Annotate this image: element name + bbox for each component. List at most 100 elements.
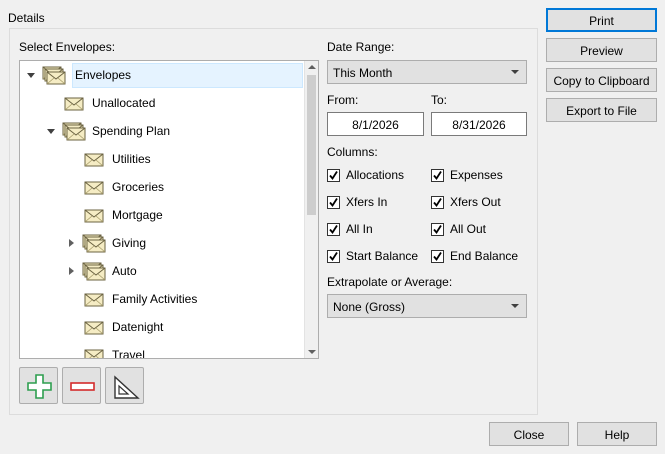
envelope-icon	[82, 289, 106, 309]
edit-envelope-button[interactable]	[105, 367, 144, 404]
envelope-icon	[82, 177, 106, 197]
from-date-field[interactable]: 8/1/2026	[327, 112, 424, 136]
scroll-thumb[interactable]	[307, 75, 316, 215]
checkbox-label: All In	[346, 222, 373, 236]
date-range-label: Date Range:	[327, 40, 395, 54]
checkmark-icon	[433, 171, 442, 181]
tree-scrollbar[interactable]	[304, 61, 318, 358]
tree-item[interactable]: Auto	[20, 258, 305, 284]
chevron-down-icon	[511, 304, 519, 308]
envelope-stack-icon	[62, 121, 86, 141]
column-checkbox[interactable]: Xfers Out	[431, 195, 531, 211]
checkbox-box[interactable]	[431, 196, 444, 209]
checkbox-box[interactable]	[327, 196, 340, 209]
tree-item[interactable]: Unallocated	[20, 90, 305, 116]
tree-item[interactable]: Datenight	[20, 314, 305, 340]
to-label: To:	[431, 93, 448, 107]
envelope-icon	[82, 317, 106, 337]
expand-arrow-down-icon[interactable]	[26, 70, 36, 80]
tree-item-label: Utilities	[112, 152, 151, 166]
checkbox-label: Xfers In	[346, 195, 388, 209]
remove-envelope-button[interactable]	[62, 367, 101, 404]
tree-item-label: Spending Plan	[92, 124, 171, 138]
checkbox-label: All Out	[450, 222, 487, 236]
tree-item[interactable]: Spending Plan	[20, 118, 305, 144]
checkmark-icon	[433, 225, 442, 235]
copy-to-clipboard-button[interactable]: Copy to Clipboard	[546, 68, 657, 92]
checkbox-label: Xfers Out	[450, 195, 501, 209]
from-label: From:	[327, 93, 359, 107]
tree-item[interactable]: Mortgage	[20, 202, 305, 228]
checkbox-box[interactable]	[327, 250, 340, 263]
date-range-value: This Month	[333, 66, 393, 80]
column-checkbox[interactable]: Start Balance	[327, 249, 427, 265]
expand-arrow-right-icon[interactable]	[66, 238, 76, 248]
checkbox-label: End Balance	[450, 249, 519, 263]
tree-item-label: Giving	[112, 236, 147, 250]
help-button[interactable]: Help	[577, 422, 657, 446]
checkmark-icon	[329, 252, 338, 262]
envelope-stack-icon	[42, 65, 66, 85]
envelope-stack-icon	[82, 261, 106, 281]
checkmark-icon	[433, 198, 442, 208]
close-button[interactable]: Close	[489, 422, 569, 446]
minus-icon	[70, 382, 95, 391]
preview-button[interactable]: Preview	[546, 38, 657, 62]
scroll-down-icon[interactable]	[308, 350, 316, 354]
envelope-icon	[82, 149, 106, 169]
checkbox-label: Allocations	[346, 168, 405, 182]
tree-item[interactable]: Family Activities	[20, 286, 305, 312]
checkbox-box[interactable]	[431, 250, 444, 263]
tree-item-label: Auto	[112, 264, 137, 278]
tree-item[interactable]: Utilities	[20, 146, 305, 172]
scroll-up-icon[interactable]	[308, 65, 316, 69]
chevron-down-icon	[511, 70, 519, 74]
set-square-icon	[114, 375, 140, 399]
envelope-icon	[82, 205, 106, 225]
checkbox-label: Expenses	[450, 168, 503, 182]
add-envelope-button[interactable]	[19, 367, 58, 404]
tree-item-label: Mortgage	[112, 208, 163, 222]
plus-icon	[27, 374, 52, 399]
extrapolate-select[interactable]: None (Gross)	[327, 294, 527, 318]
tree-item[interactable]: Travel	[20, 342, 305, 359]
envelope-icon	[82, 345, 106, 358]
envelope-tree[interactable]: Envelopes Unallocated Spending Plan Utiliti…	[19, 60, 319, 359]
checkbox-box[interactable]	[431, 223, 444, 236]
tree-item-label: Groceries	[112, 180, 165, 194]
column-checkbox[interactable]: End Balance	[431, 249, 531, 265]
columns-label: Columns:	[327, 145, 378, 159]
tree-item-label: Datenight	[112, 320, 164, 334]
select-envelopes-label: Select Envelopes:	[19, 40, 116, 54]
export-to-file-button[interactable]: Export to File	[546, 98, 657, 122]
extrapolate-value: None (Gross)	[333, 300, 406, 314]
date-range-select[interactable]: This Month	[327, 60, 527, 84]
tree-item[interactable]: Groceries	[20, 174, 305, 200]
envelope-icon	[62, 93, 86, 113]
column-checkbox[interactable]: All Out	[431, 222, 531, 238]
details-group-title: Details	[8, 11, 45, 25]
print-button[interactable]: Print	[546, 8, 657, 32]
checkbox-box[interactable]	[327, 223, 340, 236]
extrapolate-label: Extrapolate or Average:	[327, 275, 453, 289]
checkmark-icon	[329, 171, 338, 181]
column-checkbox[interactable]: All In	[327, 222, 427, 238]
expand-arrow-right-icon[interactable]	[66, 266, 76, 276]
checkmark-icon	[433, 252, 442, 262]
to-date-field[interactable]: 8/31/2026	[431, 112, 527, 136]
checkbox-box[interactable]	[431, 169, 444, 182]
tree-item[interactable]: Giving	[20, 230, 305, 256]
envelope-stack-icon	[82, 233, 106, 253]
column-checkbox[interactable]: Allocations	[327, 168, 427, 184]
checkbox-label: Start Balance	[346, 249, 419, 263]
checkbox-box[interactable]	[327, 169, 340, 182]
column-checkbox[interactable]: Xfers In	[327, 195, 427, 211]
tree-item-label: Envelopes	[72, 63, 303, 88]
checkmark-icon	[329, 225, 338, 235]
tree-item-label: Unallocated	[92, 96, 156, 110]
tree-item-label: Travel	[112, 348, 145, 359]
tree-item[interactable]: Envelopes	[20, 62, 305, 88]
column-checkbox[interactable]: Expenses	[431, 168, 531, 184]
expand-arrow-down-icon[interactable]	[46, 126, 56, 136]
tree-item-label: Family Activities	[112, 292, 198, 306]
